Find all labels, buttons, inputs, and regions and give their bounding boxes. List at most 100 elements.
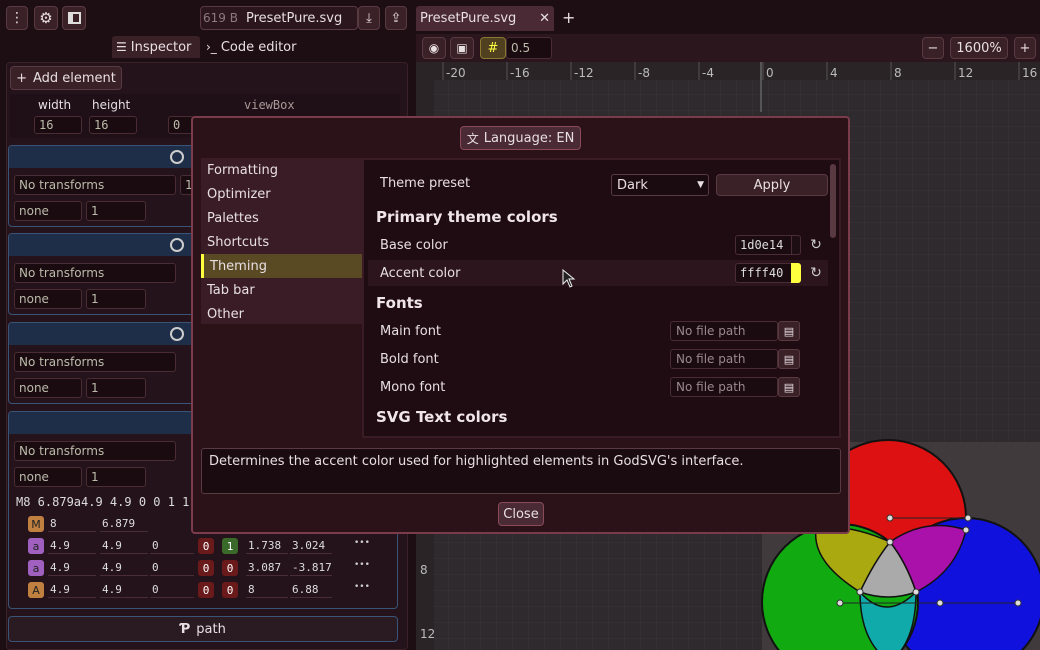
opacity-value: 1 — [91, 381, 99, 395]
path-param-value[interactable]: 4.9 — [100, 560, 148, 576]
zoom-in-button[interactable]: + — [1014, 37, 1036, 59]
scrollbar[interactable] — [830, 160, 838, 436]
path-param-value[interactable]: 4.9 — [100, 582, 148, 598]
path-param-value[interactable]: 0 — [150, 582, 194, 598]
main-font-path[interactable]: No file path — [670, 321, 778, 341]
main-font-path-value: No file path — [676, 324, 746, 338]
path-param-value[interactable]: 0 — [198, 582, 214, 598]
fill-input[interactable]: none — [14, 201, 82, 221]
control-point[interactable] — [886, 514, 894, 522]
control-point[interactable] — [964, 514, 972, 522]
language-button[interactable]: 文 Language: EN — [460, 126, 581, 150]
height-input[interactable]: 16 — [89, 116, 137, 134]
category-item-tab-bar[interactable]: Tab bar — [201, 278, 362, 302]
path-param-value[interactable]: 0 — [198, 538, 214, 554]
base-color-swatch[interactable] — [791, 235, 801, 255]
transforms-select[interactable]: No transforms — [14, 352, 176, 372]
close-button[interactable]: Close — [498, 502, 544, 526]
opacity-input[interactable]: 1 — [86, 378, 146, 398]
category-item-optimizer[interactable]: Optimizer — [201, 182, 362, 206]
control-point[interactable] — [886, 538, 894, 546]
path-param-value[interactable]: 3.087 — [246, 560, 288, 576]
download-button[interactable]: ⤓ — [358, 6, 380, 30]
transforms-select[interactable]: No transforms — [14, 441, 176, 461]
add-tab-button[interactable]: + — [562, 8, 575, 27]
control-point[interactable] — [912, 588, 920, 596]
theme-preset-dropdown[interactable]: Dark ▼ — [611, 174, 709, 196]
path-param-value[interactable]: 0 — [150, 538, 194, 554]
control-point[interactable] — [836, 599, 844, 607]
category-item-formatting[interactable]: Formatting — [201, 158, 362, 182]
path-param-value[interactable]: 6.879 — [100, 516, 148, 532]
path-param-value[interactable]: 4.9 — [48, 582, 96, 598]
category-item-other[interactable]: Other — [201, 302, 362, 326]
opacity-input[interactable]: 1 — [86, 289, 146, 309]
fill-input[interactable]: none — [14, 467, 82, 487]
reference-image-button[interactable]: ▣ — [450, 37, 474, 59]
height-value: 16 — [94, 118, 109, 132]
more-menu-button[interactable]: ⋮ — [6, 6, 28, 30]
path-param-value[interactable]: 8 — [48, 516, 96, 532]
control-point[interactable] — [936, 599, 944, 607]
category-item-palettes[interactable]: Palettes — [201, 206, 362, 230]
path-param-value[interactable]: 4.9 — [100, 538, 148, 554]
more-options-icon[interactable]: ••• — [354, 560, 370, 570]
path-param-value[interactable]: 0 — [198, 560, 214, 576]
reset-icon[interactable]: ↻ — [804, 235, 828, 255]
path-param-value[interactable]: 3.024 — [290, 538, 332, 554]
snap-input[interactable]: 0.5 — [506, 37, 552, 59]
path-param-value[interactable]: 0 — [222, 560, 238, 576]
file-browse-icon[interactable]: ▤ — [778, 349, 800, 369]
base-color-value: 1d0e14 — [740, 238, 784, 252]
zoom-reset-button[interactable]: 1600% — [950, 37, 1008, 59]
accent-color-swatch[interactable] — [791, 263, 801, 283]
control-point[interactable] — [962, 526, 970, 534]
transforms-select[interactable]: No transforms — [14, 263, 176, 283]
path-param-value[interactable]: 0 — [150, 560, 194, 576]
path-param-value[interactable]: -3.817 — [290, 560, 332, 576]
fill-input[interactable]: none — [14, 378, 82, 398]
reset-icon[interactable]: ↻ — [804, 263, 828, 283]
control-point[interactable] — [856, 588, 864, 596]
path-param-value[interactable]: 0 — [222, 582, 238, 598]
zoom-level: 1600% — [956, 40, 1002, 56]
opacity-input[interactable]: 1 — [86, 201, 146, 221]
fill-input[interactable]: none — [14, 289, 82, 309]
close-icon[interactable]: ✕ — [539, 11, 550, 26]
control-point[interactable] — [1014, 599, 1022, 607]
file-browse-icon[interactable]: ▤ — [778, 321, 800, 341]
path-param-value[interactable]: 8 — [246, 582, 288, 598]
opacity-value: 1 — [91, 292, 99, 306]
apply-button[interactable]: Apply — [716, 174, 828, 196]
category-item-shortcuts[interactable]: Shortcuts — [201, 230, 362, 254]
tab-code-editor[interactable]: ›_ Code editor — [204, 36, 304, 58]
layout-button[interactable] — [62, 6, 86, 30]
scrollbar-thumb[interactable] — [830, 164, 836, 238]
category-item-theming[interactable]: Theming — [201, 254, 362, 278]
snap-button[interactable]: # — [480, 37, 506, 59]
settings-button[interactable]: ⚙ — [34, 6, 58, 30]
path-param-value[interactable]: 6.88 — [290, 582, 332, 598]
transforms-select[interactable]: No transforms — [14, 175, 176, 195]
language-label: Language: EN — [483, 130, 575, 146]
more-options-icon[interactable]: ••• — [354, 538, 370, 548]
width-input[interactable]: 16 — [34, 116, 82, 134]
export-button[interactable]: ⇪ — [385, 6, 407, 30]
bold-font-path[interactable]: No file path — [670, 349, 778, 369]
path-param-value[interactable]: 1 — [222, 538, 238, 554]
path-param-value[interactable]: 4.9 — [48, 538, 96, 554]
opacity-input[interactable]: 1 — [86, 467, 146, 487]
add-element-button[interactable]: + Add element — [10, 66, 122, 90]
path-param-value[interactable]: 1.738 — [246, 538, 288, 554]
path-data-input[interactable]: M8 6.879a4.9 4.9 0 0 1 1 — [16, 495, 189, 509]
mono-font-path[interactable]: No file path — [670, 377, 778, 397]
tab-inspector[interactable]: ☰ Inspector — [112, 36, 200, 58]
chevron-down-icon: ▼ — [697, 180, 704, 190]
visibility-button[interactable]: ◉ — [422, 37, 446, 59]
file-browse-icon[interactable]: ▤ — [778, 377, 800, 397]
zoom-out-button[interactable]: − — [922, 37, 944, 59]
more-options-icon[interactable]: ••• — [354, 582, 370, 592]
path-element-collapsed[interactable]: Ƥ path — [8, 616, 398, 642]
file-tab[interactable]: PresetPure.svg ✕ — [416, 6, 554, 31]
path-param-value[interactable]: 4.9 — [48, 560, 96, 576]
